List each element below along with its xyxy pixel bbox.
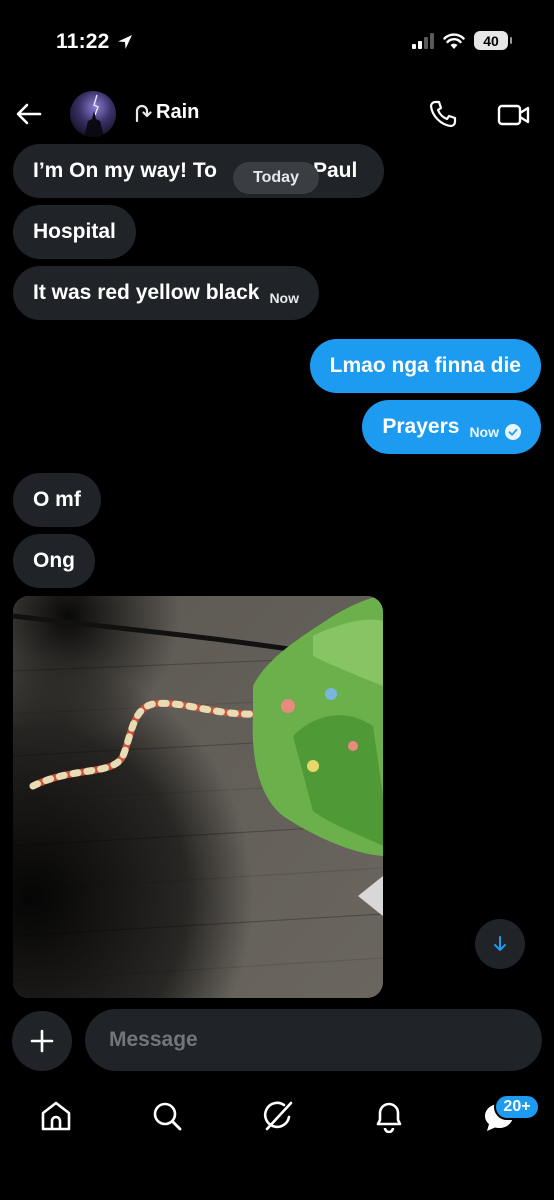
message-text: Hospital bbox=[33, 220, 116, 243]
message-bubble-incoming[interactable]: Ong bbox=[13, 534, 95, 588]
avatar-image bbox=[70, 91, 116, 137]
message-text: O mf bbox=[33, 488, 81, 511]
message-bubble-outgoing[interactable]: Prayers Now bbox=[362, 400, 541, 454]
message-bubble-outgoing[interactable]: Lmao nga finna die bbox=[309, 339, 541, 393]
snake-photo bbox=[13, 596, 383, 998]
search-icon[interactable] bbox=[150, 1099, 184, 1133]
wifi-icon bbox=[443, 32, 465, 49]
back-arrow-icon[interactable] bbox=[14, 100, 44, 128]
message-timestamp: Now bbox=[269, 290, 299, 306]
message-timestamp: Now bbox=[469, 424, 499, 440]
battery-indicator: 40 bbox=[474, 31, 512, 50]
message-text-end: Paul bbox=[312, 159, 358, 182]
messages-badge: 20+ bbox=[494, 1094, 540, 1120]
location-arrow-icon bbox=[117, 35, 132, 49]
time-text: 11:22 bbox=[56, 30, 110, 53]
video-call-icon[interactable] bbox=[497, 101, 531, 129]
contact-name: Rain bbox=[156, 101, 200, 123]
scroll-to-bottom-button[interactable] bbox=[475, 919, 525, 969]
message-text: I’m On my way! To bbox=[33, 159, 217, 182]
seen-check-icon bbox=[505, 424, 521, 440]
grok-icon[interactable] bbox=[261, 1099, 295, 1133]
message-image[interactable] bbox=[13, 596, 383, 998]
battery-level: 40 bbox=[483, 32, 499, 49]
notifications-icon[interactable] bbox=[372, 1099, 406, 1133]
message-text: Prayers bbox=[382, 415, 460, 438]
message-bubble-incoming[interactable]: It was red yellow black Now bbox=[13, 266, 319, 320]
cellular-signal-icon bbox=[412, 32, 434, 49]
date-divider: Today bbox=[233, 162, 319, 194]
message-composer[interactable] bbox=[85, 1009, 542, 1071]
add-attachment-button[interactable] bbox=[12, 1011, 72, 1071]
phone-call-icon[interactable] bbox=[428, 99, 458, 129]
status-icons: 40 bbox=[412, 31, 512, 50]
plus-icon bbox=[30, 1029, 54, 1053]
message-bubble-incoming[interactable]: I’m On my way! To Paul bbox=[13, 144, 384, 198]
u-turn-icon bbox=[135, 104, 152, 122]
home-icon[interactable] bbox=[39, 1099, 73, 1133]
message-input[interactable] bbox=[107, 1027, 511, 1053]
message-text: Lmao nga finna die bbox=[329, 354, 521, 377]
message-bubble-incoming[interactable]: Hospital bbox=[13, 205, 136, 259]
status-time: 11:22 bbox=[56, 30, 134, 54]
conversation-title[interactable]: Rain bbox=[132, 101, 199, 124]
avatar[interactable] bbox=[70, 91, 116, 137]
arrow-down-icon bbox=[494, 936, 506, 951]
message-bubble-incoming[interactable]: O mf bbox=[13, 473, 101, 527]
message-text: It was red yellow black bbox=[33, 281, 260, 304]
message-text: Ong bbox=[33, 549, 75, 572]
